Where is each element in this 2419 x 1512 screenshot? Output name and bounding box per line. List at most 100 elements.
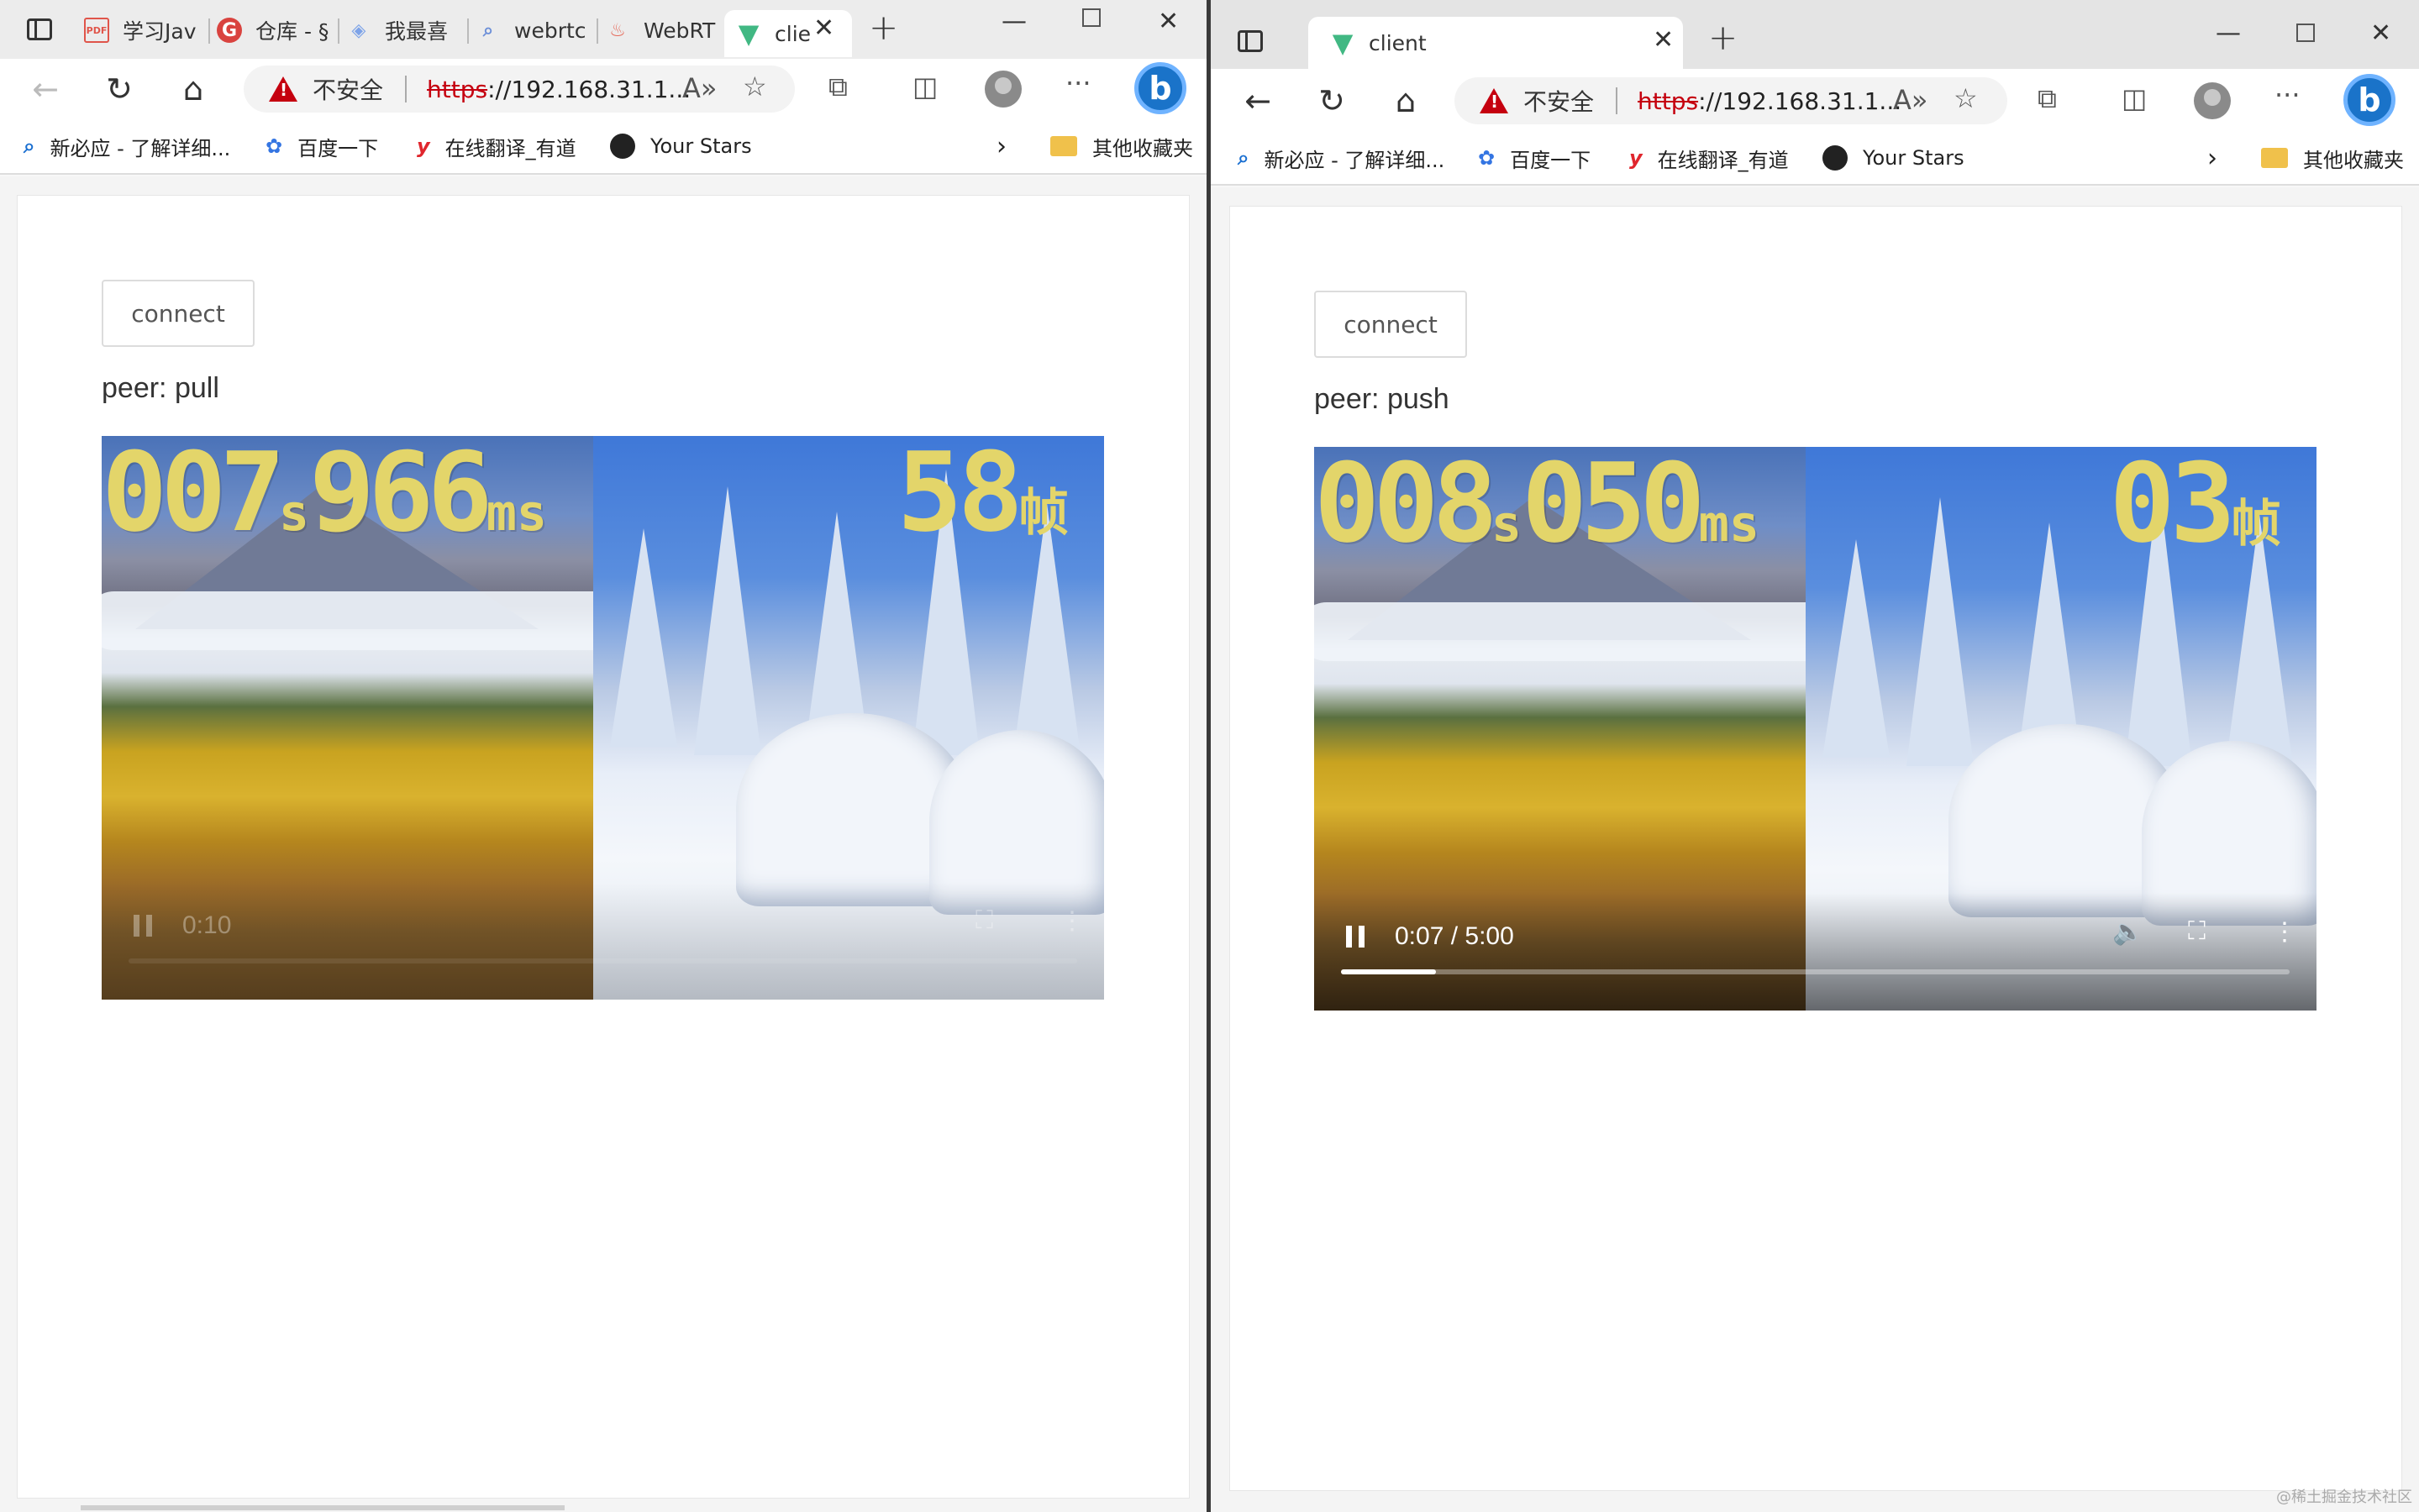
profile-avatar[interactable] xyxy=(2194,82,2231,119)
chevron-right-icon[interactable]: › xyxy=(2207,144,2217,173)
add-favorite-icon[interactable]: ☆ xyxy=(1954,82,1978,114)
tab-divider xyxy=(338,18,339,44)
split-screen-icon[interactable]: ◫ xyxy=(912,71,938,102)
tree-shape xyxy=(1822,539,1890,758)
url-host: ://192.168.31.1... xyxy=(487,75,692,103)
new-tab-button[interactable]: + xyxy=(1708,17,1738,58)
tab-4[interactable]: ⌕ webrtc xyxy=(476,7,593,54)
tab-label: 学习Jav xyxy=(123,19,197,44)
add-favorite-icon[interactable]: ☆ xyxy=(743,71,767,102)
extensions-icon[interactable]: ⧉ xyxy=(2038,82,2057,115)
progress-bar[interactable] xyxy=(129,958,1077,963)
favorite-github[interactable]: Your Stars xyxy=(1822,145,1964,171)
youdao-icon: y xyxy=(417,134,430,158)
tab-label: 我最喜 xyxy=(385,19,449,44)
watermark: @稀土掘金技术社区 xyxy=(2276,1488,2412,1506)
peer-label: peer: pull xyxy=(102,372,219,404)
folder-icon xyxy=(2261,148,2288,168)
timestamp-overlay: 008s050ms xyxy=(1314,449,1759,558)
tab-client-active[interactable]: ▼ client xyxy=(1308,17,1683,69)
favorite-label: 在线翻译_有道 xyxy=(444,136,576,160)
tab-1[interactable]: PDF 学习Jav xyxy=(84,7,206,54)
connect-button[interactable]: connect xyxy=(1314,291,1467,358)
tab-divider xyxy=(467,18,469,44)
tab-label: webrtc xyxy=(514,18,586,43)
minimize-button[interactable]: — xyxy=(1002,7,1027,36)
favorite-bing[interactable]: ⌕ 新必应 - 了解详细... xyxy=(1238,144,1444,173)
divider xyxy=(405,76,408,102)
split-screen-icon[interactable]: ◫ xyxy=(2122,82,2147,114)
volume-icon[interactable]: 🔈 xyxy=(2112,917,2143,947)
progress-bar[interactable] xyxy=(1341,969,2290,974)
fullscreen-icon[interactable]: ⛶ xyxy=(975,906,993,935)
bing-chat-icon[interactable]: b xyxy=(2343,74,2395,126)
tab-5[interactable]: ♨ WebRT xyxy=(605,7,723,54)
read-aloud-icon[interactable]: A» xyxy=(1893,84,1927,116)
favorite-label: 新必应 - 了解详细... xyxy=(1264,148,1445,172)
favorite-label: 百度一下 xyxy=(297,136,379,160)
profile-avatar[interactable] xyxy=(985,71,1022,108)
close-tab-icon[interactable]: ✕ xyxy=(1653,25,1674,55)
back-button[interactable]: ← xyxy=(24,67,67,111)
more-menu-icon[interactable]: ··· xyxy=(2274,79,2301,111)
close-window-button[interactable]: ✕ xyxy=(1158,7,1179,36)
video-player-push[interactable]: 008s050ms 03帧 0:07 / 5:00 🔈 ⛶ ⋮ xyxy=(1314,447,2316,1011)
video-time: 0:07 / 5:00 xyxy=(1395,922,1514,950)
video-time: 0:10 xyxy=(182,911,232,939)
close-tab-icon[interactable]: ✕ xyxy=(813,13,834,43)
favorite-baidu[interactable]: ✿ 百度一下 xyxy=(266,132,378,161)
home-button[interactable]: ⌂ xyxy=(171,67,215,111)
tab-actions-icon[interactable] xyxy=(27,18,52,40)
close-window-button[interactable]: ✕ xyxy=(2370,18,2391,48)
favorite-youdao[interactable]: y 在线翻译_有道 xyxy=(1629,144,1789,173)
favorite-bing[interactable]: ⌕ 新必应 - 了解详细... xyxy=(24,132,230,161)
search-icon: ⌕ xyxy=(1238,146,1249,170)
gitee-icon: G xyxy=(217,18,242,43)
browser-window-left: PDF 学习Jav G 仓库 - § ◈ 我最喜 ⌕ webrtc ♨ WebR… xyxy=(0,0,1207,1512)
minimize-button[interactable]: — xyxy=(2216,18,2241,48)
fullscreen-icon[interactable]: ⛶ xyxy=(2188,917,2206,946)
tab-3[interactable]: ◈ 我最喜 xyxy=(346,7,464,54)
paw-icon: ✿ xyxy=(266,134,283,158)
github-icon xyxy=(1822,145,1848,171)
new-tab-button[interactable]: + xyxy=(869,7,898,48)
pause-icon[interactable] xyxy=(134,915,152,937)
maximize-button[interactable] xyxy=(2296,24,2315,42)
tab-actions-icon[interactable] xyxy=(1238,30,1263,52)
home-button[interactable]: ⌂ xyxy=(1384,79,1428,123)
refresh-button[interactable]: ↻ xyxy=(1310,79,1354,123)
tab-2[interactable]: G 仓库 - § xyxy=(217,7,334,54)
more-menu-icon[interactable]: ··· xyxy=(1065,67,1091,99)
page-card: connect peer: push 008s050ms 03帧 0:07 / … xyxy=(1229,206,2402,1491)
tab-strip: PDF 学习Jav G 仓库 - § ◈ 我最喜 ⌕ webrtc ♨ WebR… xyxy=(0,0,1207,59)
more-options-icon[interactable]: ⋮ xyxy=(1060,906,1085,936)
maximize-button[interactable] xyxy=(1082,8,1101,27)
connect-button[interactable]: connect xyxy=(102,280,255,347)
tab-label: clie xyxy=(775,21,812,46)
other-favorites-folder[interactable]: 其他收藏夹 xyxy=(1050,132,1193,161)
bing-chat-icon[interactable]: b xyxy=(1134,62,1186,114)
more-options-icon[interactable]: ⋮ xyxy=(2272,917,2297,947)
warning-icon xyxy=(269,76,297,102)
favorite-label: 百度一下 xyxy=(1510,148,1591,172)
read-aloud-icon[interactable]: A» xyxy=(682,72,717,104)
video-player-pull[interactable]: 007s966ms 58帧 0:10 ⛶ ⋮ xyxy=(102,436,1104,1000)
horizontal-scrollbar[interactable] xyxy=(81,1505,565,1510)
pdf-icon: PDF xyxy=(84,18,109,43)
browser-window-right: ▼ client ✕ + — ✕ ← ↻ ⌂ 不安全 https ://192.… xyxy=(1211,0,2419,1512)
other-favorites-folder[interactable]: 其他收藏夹 xyxy=(2261,144,2404,173)
controls-shade xyxy=(1314,893,2316,1011)
favorite-youdao[interactable]: y 在线翻译_有道 xyxy=(417,132,576,161)
favorites-bar: ⌕ 新必应 - 了解详细... ✿ 百度一下 y 在线翻译_有道 Your St… xyxy=(1211,132,2419,186)
vue-icon: ▼ xyxy=(1332,27,1354,59)
refresh-button[interactable]: ↻ xyxy=(97,67,141,111)
favorite-github[interactable]: Your Stars xyxy=(610,134,752,159)
chevron-right-icon[interactable]: › xyxy=(997,132,1007,161)
pause-icon[interactable] xyxy=(1346,926,1365,948)
seconds-unit: s xyxy=(1491,495,1522,554)
extensions-icon[interactable]: ⧉ xyxy=(828,71,848,103)
back-button[interactable]: ← xyxy=(1236,79,1280,123)
favorite-label: Your Stars xyxy=(650,134,752,158)
favorite-baidu[interactable]: ✿ 百度一下 xyxy=(1478,144,1591,173)
peer-label: peer: push xyxy=(1314,383,1449,415)
